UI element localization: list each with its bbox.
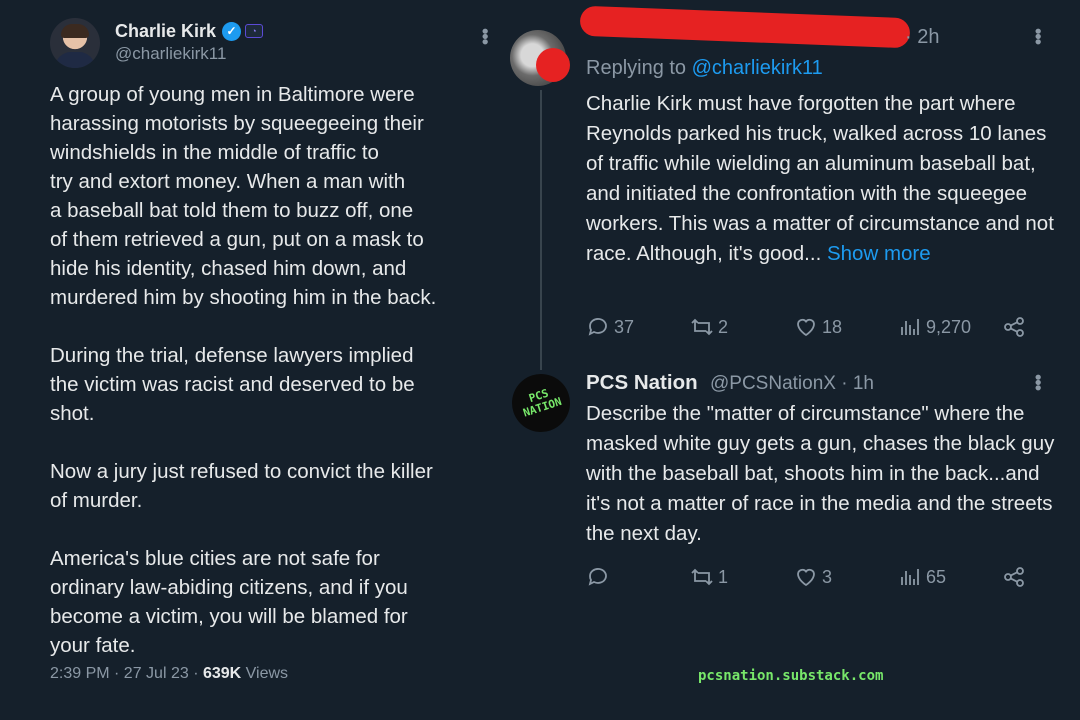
- verified-badge-icon: ✓: [222, 22, 241, 41]
- replying-to-handle[interactable]: @charliekirk11: [692, 57, 823, 79]
- repost-icon: [691, 568, 713, 586]
- author-handle[interactable]: @PCSNationX · 1h: [710, 373, 874, 395]
- reply-actions: 37 2 18 9,270: [586, 315, 1056, 343]
- reply-icon: [588, 318, 607, 336]
- reply-text: Charlie Kirk must have forgotten the par…: [586, 92, 1054, 265]
- reply-button[interactable]: [586, 565, 614, 589]
- repost-count: 1: [718, 566, 729, 587]
- replies-pane: · 2h ••• Replying to @charliekirk11 Char…: [504, 0, 1080, 720]
- analytics-icon: [901, 569, 919, 585]
- reply-count: 37: [614, 316, 635, 337]
- views-count: 9,270: [926, 316, 972, 337]
- like-count: 18: [822, 316, 843, 337]
- reply-actions: 1 3 65: [586, 565, 1056, 593]
- views-label: Views: [241, 665, 289, 682]
- thread-line: [540, 90, 542, 370]
- tweet-body: A group of young men in Baltimore were h…: [50, 83, 437, 657]
- heart-icon: [797, 318, 815, 337]
- like-button[interactable]: 3: [794, 565, 832, 589]
- reply-body: Charlie Kirk must have forgotten the par…: [586, 89, 1056, 269]
- views-button[interactable]: 9,270: [898, 315, 971, 339]
- repost-button[interactable]: 2: [690, 315, 728, 339]
- reply-icon: [588, 568, 607, 586]
- share-icon: [1004, 317, 1024, 337]
- watermark: pcsnation.substack.com: [698, 668, 884, 684]
- share-button[interactable]: [1002, 565, 1026, 589]
- views-count: 639K: [202, 665, 242, 682]
- repost-button[interactable]: 1: [690, 565, 728, 589]
- more-options-icon[interactable]: •••: [1027, 28, 1048, 44]
- affiliation-badge-icon: ◔: [245, 24, 263, 38]
- more-options-icon[interactable]: •••: [1027, 374, 1048, 390]
- show-more-link[interactable]: Show more: [827, 242, 931, 265]
- heart-icon: [797, 568, 815, 587]
- reply-body: Describe the "matter of circumstance" wh…: [586, 402, 1055, 545]
- reply-timestamp[interactable]: · 2h: [905, 26, 939, 49]
- timestamp[interactable]: 2:39 PM · 27 Jul 23 ·: [50, 665, 203, 682]
- share-icon: [1004, 567, 1024, 587]
- avatar[interactable]: [50, 18, 100, 68]
- redaction-mark: [536, 48, 570, 82]
- author-handle[interactable]: @charliekirk11: [115, 44, 226, 64]
- repost-count: 2: [718, 316, 729, 337]
- reply-button[interactable]: 37: [586, 315, 634, 339]
- like-count: 3: [822, 566, 833, 587]
- like-button[interactable]: 18: [794, 315, 842, 339]
- analytics-icon: [901, 319, 919, 335]
- views-count: 65: [926, 566, 947, 587]
- more-options-icon[interactable]: •••: [474, 28, 495, 44]
- replying-to-label: Replying to: [586, 57, 692, 79]
- views-button[interactable]: 65: [898, 565, 946, 589]
- author-name[interactable]: PCS Nation: [586, 371, 698, 395]
- replying-to: Replying to @charliekirk11: [586, 57, 823, 80]
- repost-icon: [691, 318, 713, 336]
- redaction-mark: [579, 5, 911, 49]
- share-button[interactable]: [1002, 315, 1026, 339]
- original-tweet: Charlie Kirk ✓ ◔ @charliekirk11 ••• A gr…: [0, 0, 530, 720]
- tweet-meta: 2:39 PM · 27 Jul 23 · 639K Views: [50, 665, 288, 683]
- author-name[interactable]: Charlie Kirk: [115, 21, 216, 42]
